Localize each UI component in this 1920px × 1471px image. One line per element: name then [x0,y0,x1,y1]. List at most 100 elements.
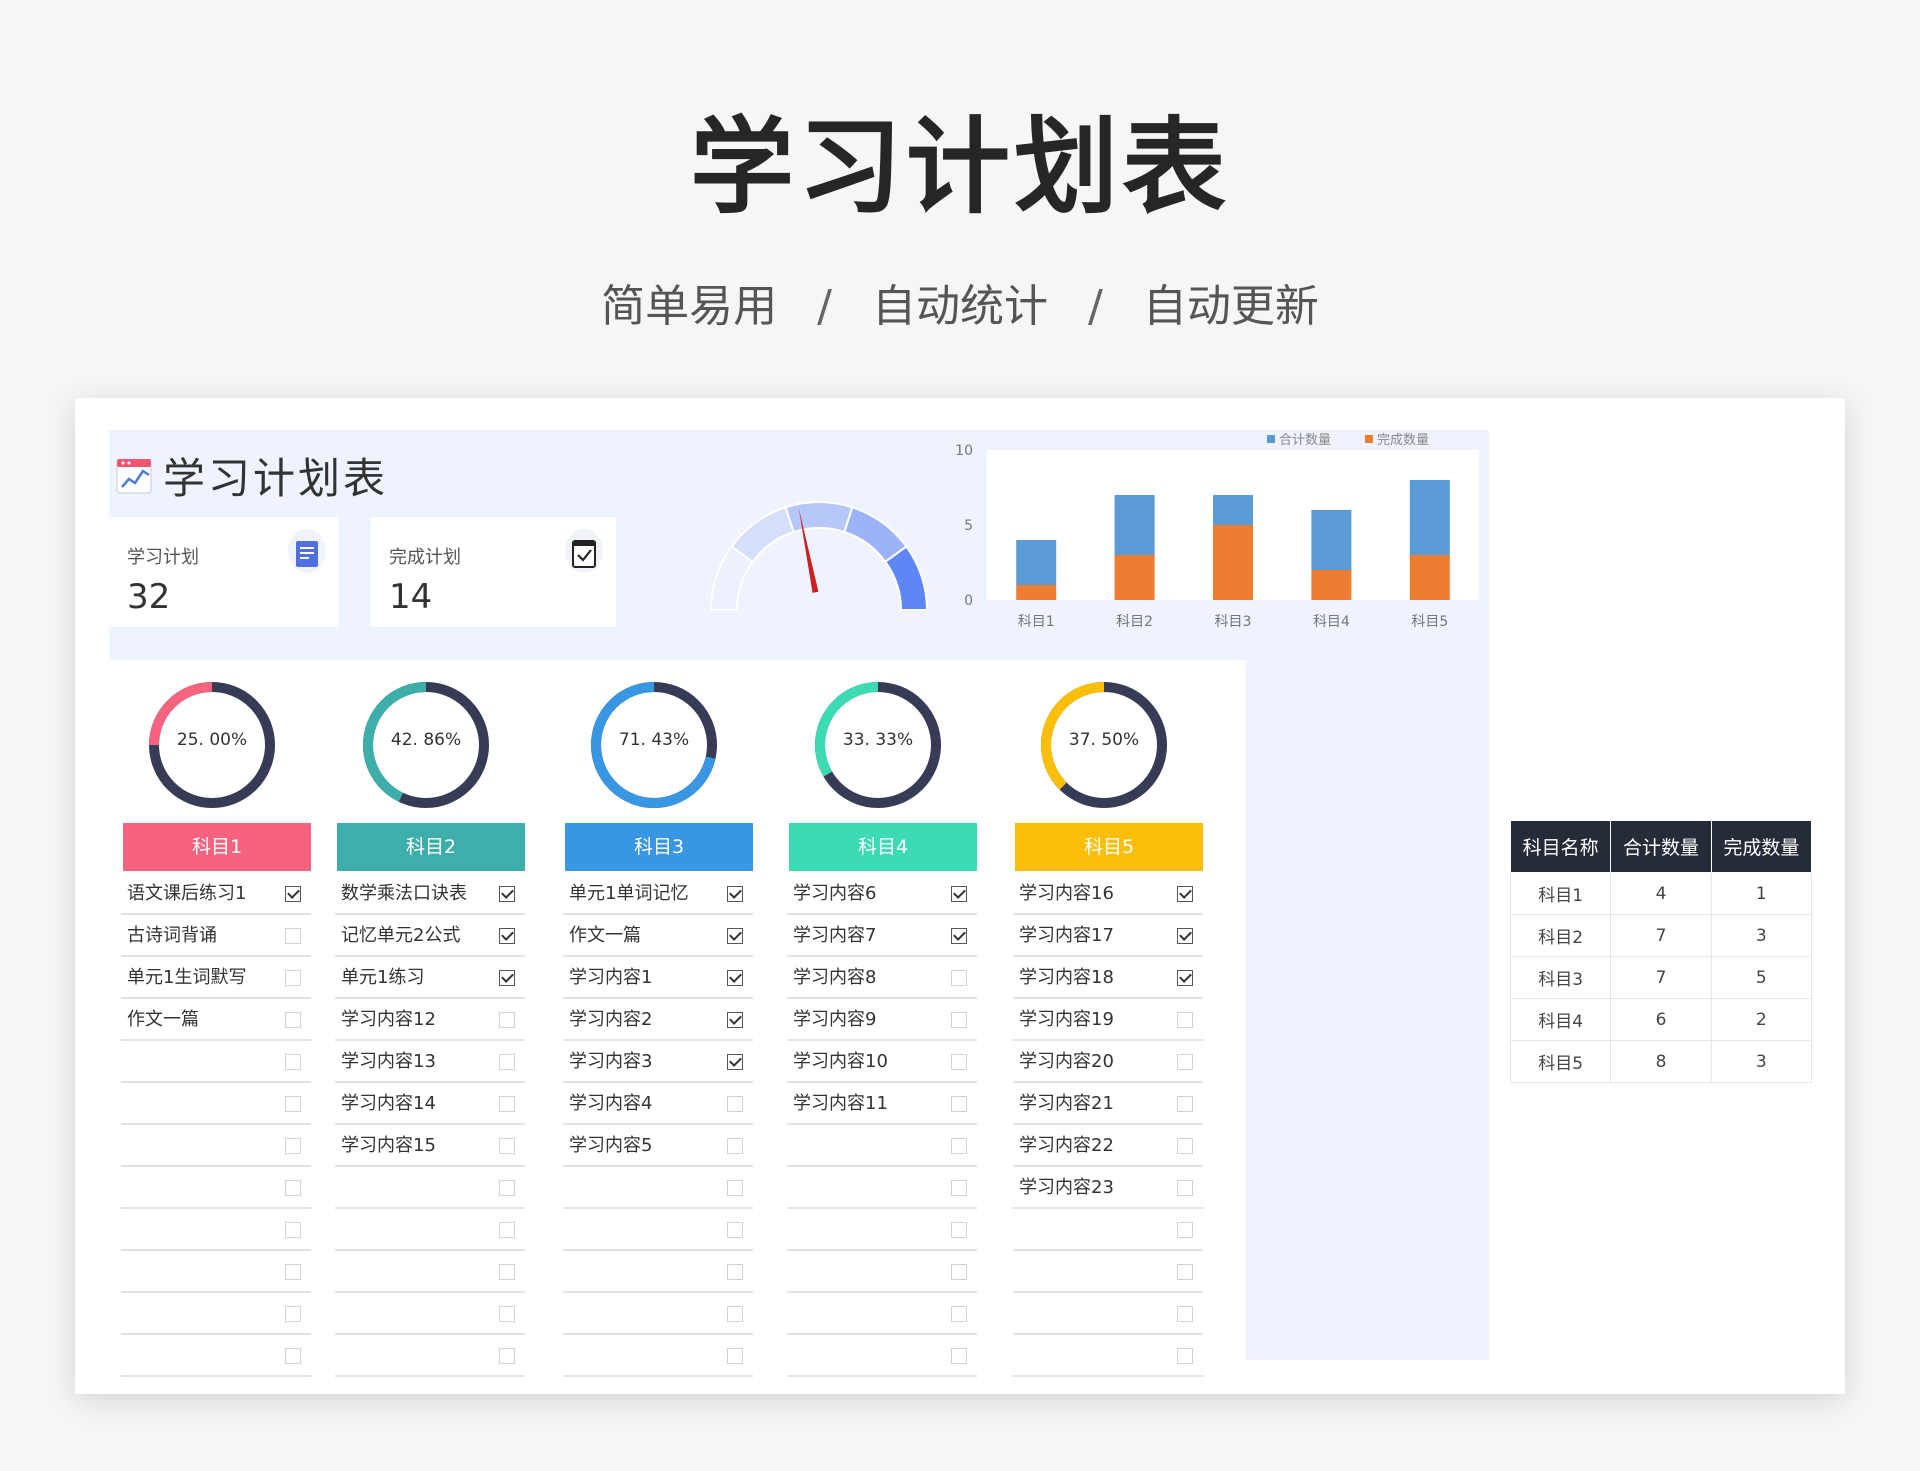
task-checkbox[interactable] [727,1096,743,1112]
task-checkbox[interactable] [285,1306,301,1322]
task-checkbox[interactable] [285,1012,301,1028]
task-checkbox[interactable] [951,1054,967,1070]
task-text[interactable]: 古诗词背诵 [127,925,217,946]
task-checkbox[interactable] [285,1348,301,1364]
task-checkbox[interactable] [1177,1138,1193,1154]
task-checkbox[interactable] [499,1096,515,1112]
task-checkbox[interactable] [1177,970,1193,986]
task-text[interactable]: 学习内容6 [793,883,876,904]
task-text[interactable]: 学习内容13 [341,1051,436,1072]
task-checkbox[interactable] [727,1054,743,1070]
task-checkbox[interactable] [727,1306,743,1322]
task-text[interactable]: 学习内容22 [1019,1135,1114,1156]
task-checkbox[interactable] [951,1348,967,1364]
feature-easy: 简单易用 [601,281,778,332]
summary-done-cell: 5 [1710,956,1813,999]
task-text[interactable]: 学习内容20 [1019,1051,1114,1072]
task-text[interactable]: 学习内容8 [793,967,876,988]
task-text[interactable]: 学习内容9 [793,1009,876,1030]
task-text[interactable]: 学习内容4 [569,1093,652,1114]
task-checkbox[interactable] [285,970,301,986]
task-checkbox[interactable] [951,1138,967,1154]
task-text[interactable]: 学习内容5 [569,1135,652,1156]
task-text[interactable]: 学习内容16 [1019,883,1114,904]
task-checkbox[interactable] [951,1306,967,1322]
task-text[interactable]: 学习内容18 [1019,967,1114,988]
task-checkbox[interactable] [499,1264,515,1280]
task-checkbox[interactable] [951,1096,967,1112]
task-checkbox[interactable] [727,1264,743,1280]
task-checkbox[interactable] [499,1054,515,1070]
task-text[interactable]: 学习内容21 [1019,1093,1114,1114]
task-checkbox[interactable] [285,1180,301,1196]
task-text[interactable]: 单元1练习 [341,967,424,988]
task-checkbox[interactable] [285,1264,301,1280]
task-row: 单元1单词记忆 [563,873,753,915]
task-checkbox[interactable] [951,886,967,902]
task-text[interactable]: 单元1生词默写 [127,967,246,988]
task-text[interactable]: 记忆单元2公式 [341,925,460,946]
task-text[interactable]: 学习内容2 [569,1009,652,1030]
task-text[interactable]: 作文一篇 [569,925,641,946]
task-text[interactable]: 学习内容17 [1019,925,1114,946]
task-checkbox[interactable] [1177,1306,1193,1322]
task-text[interactable]: 数学乘法口诀表 [341,883,467,904]
task-checkbox[interactable] [727,970,743,986]
task-checkbox[interactable] [1177,1096,1193,1112]
task-checkbox[interactable] [727,1138,743,1154]
task-checkbox[interactable] [285,1054,301,1070]
task-text[interactable]: 学习内容10 [793,1051,888,1072]
task-checkbox[interactable] [727,928,743,944]
task-checkbox[interactable] [499,928,515,944]
task-checkbox[interactable] [499,1180,515,1196]
task-text[interactable]: 单元1单词记忆 [569,883,688,904]
task-checkbox[interactable] [499,1306,515,1322]
task-checkbox[interactable] [499,970,515,986]
task-checkbox[interactable] [1177,928,1193,944]
task-text[interactable]: 学习内容15 [341,1135,436,1156]
task-checkbox[interactable] [951,928,967,944]
task-checkbox[interactable] [727,1222,743,1238]
task-checkbox[interactable] [285,1138,301,1154]
task-text[interactable]: 作文一篇 [127,1009,199,1030]
task-checkbox[interactable] [951,1264,967,1280]
task-checkbox[interactable] [727,886,743,902]
task-row: 单元1练习 [335,957,525,999]
task-text[interactable]: 学习内容14 [341,1093,436,1114]
task-row [121,1335,311,1377]
task-checkbox[interactable] [1177,1180,1193,1196]
task-checkbox[interactable] [951,1180,967,1196]
task-text[interactable]: 学习内容11 [793,1093,888,1114]
task-checkbox[interactable] [499,1012,515,1028]
task-checkbox[interactable] [285,886,301,902]
task-checkbox[interactable] [285,928,301,944]
task-text[interactable]: 学习内容19 [1019,1009,1114,1030]
task-checkbox[interactable] [1177,1012,1193,1028]
task-checkbox[interactable] [1177,1222,1193,1238]
task-checkbox[interactable] [1177,1054,1193,1070]
task-checkbox[interactable] [1177,1264,1193,1280]
task-checkbox[interactable] [285,1222,301,1238]
task-text[interactable]: 学习内容12 [341,1009,436,1030]
task-text[interactable]: 学习内容3 [569,1051,652,1072]
spreadsheet-card: 学习计划表 学习计划 32 完成计划 14 0 5 10 科目1 科目2 科目3… [75,398,1845,1394]
task-checkbox[interactable] [499,1222,515,1238]
task-checkbox[interactable] [499,1138,515,1154]
task-checkbox[interactable] [285,1096,301,1112]
task-checkbox[interactable] [499,886,515,902]
task-text[interactable]: 学习内容1 [569,967,652,988]
task-checkbox[interactable] [727,1180,743,1196]
task-checkbox[interactable] [1177,1348,1193,1364]
task-row: 记忆单元2公式 [335,915,525,957]
task-checkbox[interactable] [951,1012,967,1028]
task-checkbox[interactable] [727,1348,743,1364]
task-text[interactable]: 学习内容23 [1019,1177,1114,1198]
task-text[interactable]: 语文课后练习1 [127,883,246,904]
task-text[interactable]: 学习内容7 [793,925,876,946]
task-checkbox[interactable] [951,1222,967,1238]
task-checkbox[interactable] [727,1012,743,1028]
task-checkbox[interactable] [499,1348,515,1364]
task-checkbox[interactable] [951,970,967,986]
task-checkbox[interactable] [1177,886,1193,902]
subject-column: 71. 43% 科目3 单元1单词记忆 作文一篇 学习内容1 学习内容2 学习内容3 学习内容… [551,660,796,1377]
